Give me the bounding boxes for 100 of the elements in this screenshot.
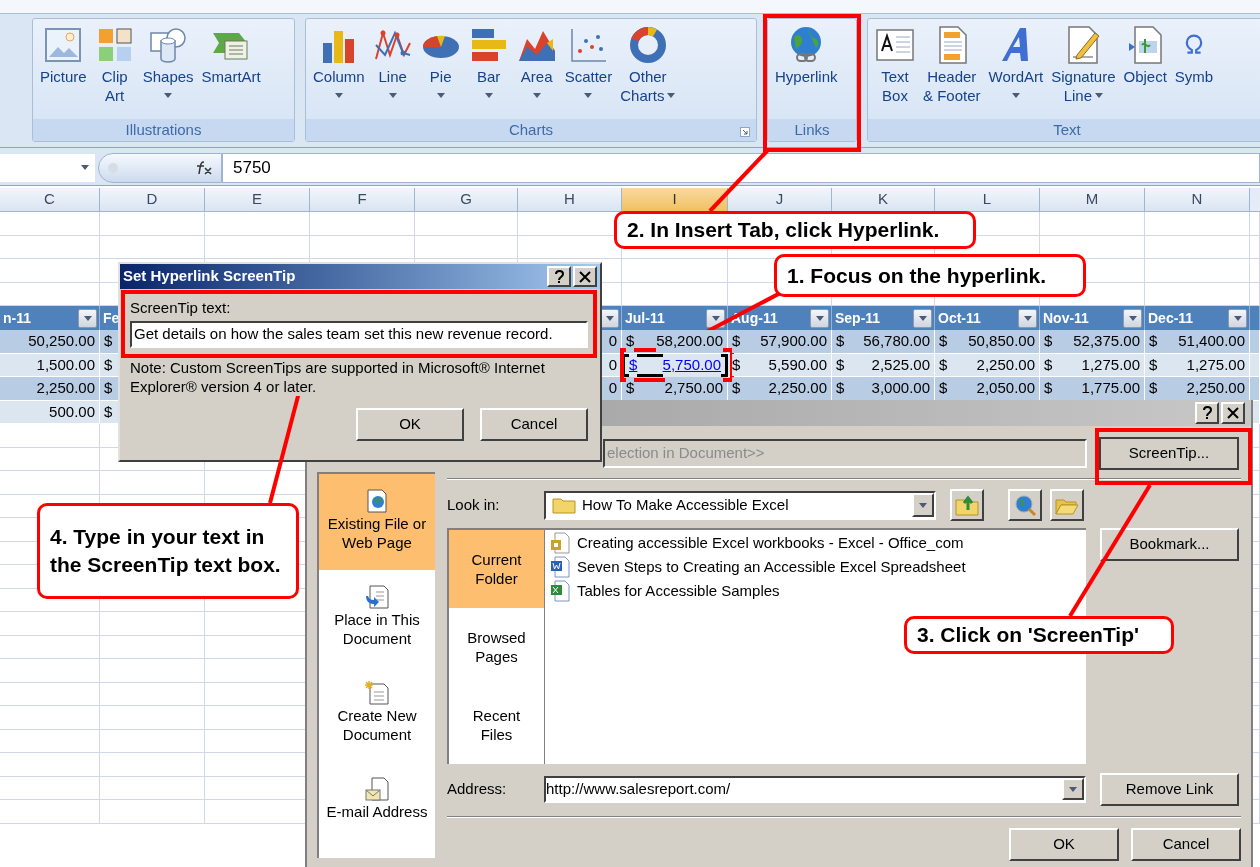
formula-field[interactable]: 5750	[222, 152, 1260, 183]
empty-cell[interactable]	[100, 706, 205, 730]
ribbon-button[interactable]: Shapes	[139, 19, 197, 105]
empty-cell[interactable]	[100, 776, 205, 800]
empty-cell[interactable]	[310, 235, 415, 259]
empty-cell[interactable]	[1040, 212, 1145, 236]
empty-cell[interactable]	[0, 447, 100, 471]
browse-web-button[interactable]	[1008, 489, 1042, 521]
empty-cell[interactable]	[0, 776, 100, 800]
bookmark-button[interactable]: Bookmark...	[1100, 528, 1239, 561]
ribbon-button[interactable]: Clip Art	[91, 19, 138, 105]
empty-cell[interactable]	[100, 753, 205, 777]
empty-cell[interactable]	[0, 753, 100, 777]
ribbon-button[interactable]: Text Box	[872, 19, 918, 105]
empty-cell[interactable]	[0, 706, 100, 730]
empty-cell[interactable]	[100, 635, 205, 659]
empty-cell[interactable]	[0, 635, 100, 659]
dialog-launcher-icon[interactable]	[740, 127, 750, 137]
help-button[interactable]	[1195, 402, 1219, 424]
address-field[interactable]: http://www.salesreport.com/	[544, 775, 1086, 803]
empty-cell[interactable]	[100, 212, 205, 236]
ribbon-button[interactable]: Scatter	[561, 19, 616, 105]
empty-cell[interactable]	[0, 659, 100, 683]
column-header[interactable]: M	[1040, 188, 1145, 212]
ribbon-button[interactable]: Column	[310, 19, 368, 105]
ribbon-button[interactable]: SmartArt	[198, 19, 264, 86]
dialog-button[interactable]: Cancel	[1131, 828, 1241, 861]
screentip-text-field[interactable]: Get details on how the sales team set this new revenue record.	[130, 321, 588, 348]
empty-cell[interactable]	[205, 212, 310, 236]
column-header[interactable]: K	[832, 188, 935, 212]
close-button[interactable]	[1221, 402, 1245, 424]
filter-button[interactable]	[78, 308, 97, 328]
filter-button[interactable]	[913, 308, 932, 328]
ribbon-button[interactable]: Area	[513, 19, 560, 105]
empty-cell[interactable]	[100, 800, 205, 824]
empty-cell[interactable]	[0, 424, 100, 448]
dialog-button[interactable]: OK	[356, 408, 464, 441]
empty-cell[interactable]	[415, 235, 518, 259]
hyperlink-cell[interactable]: $ 5,750.00	[622, 353, 728, 377]
column-header[interactable]: I	[622, 188, 728, 212]
file-item[interactable]: Seven Steps to Creating an Accessible Excel Spreadsheet	[549, 556, 1086, 578]
name-box[interactable]	[0, 153, 95, 182]
help-button[interactable]	[547, 266, 571, 287]
file-item[interactable]: Creating accessible Excel workbooks - Excel - Office_com	[549, 532, 1086, 554]
filter-button[interactable]	[1228, 308, 1247, 328]
empty-cell[interactable]	[0, 800, 100, 824]
filter-button[interactable]	[810, 308, 829, 328]
ribbon-button[interactable]: Header & Footer	[920, 19, 984, 105]
screentip-button[interactable]: ScreenTip...	[1099, 436, 1239, 470]
ribbon-button[interactable]: Picture	[37, 19, 90, 86]
empty-cell[interactable]	[100, 682, 205, 706]
empty-cell[interactable]	[100, 471, 205, 495]
empty-cell[interactable]	[0, 212, 100, 236]
close-button[interactable]	[573, 266, 597, 287]
formula-button-bar[interactable]	[98, 152, 222, 183]
empty-cell[interactable]	[0, 682, 100, 706]
empty-cell[interactable]	[310, 212, 415, 236]
ribbon-button[interactable]: Symb	[1171, 19, 1217, 86]
empty-cell[interactable]	[0, 235, 100, 259]
filter-button[interactable]	[1018, 308, 1037, 328]
empty-cell[interactable]	[0, 471, 100, 495]
empty-cell[interactable]	[1145, 259, 1250, 283]
ribbon-button[interactable]: Object	[1120, 19, 1170, 86]
dialog-button[interactable]: OK	[1009, 828, 1119, 861]
column-header[interactable]	[1250, 188, 1260, 212]
link-to-option[interactable]: Existing File or Web Page	[319, 474, 435, 570]
empty-cell[interactable]	[205, 235, 310, 259]
ribbon-button[interactable]: Bar	[465, 19, 512, 105]
ribbon-button[interactable]: Signature Line	[1048, 19, 1119, 105]
column-header[interactable]: C	[0, 188, 100, 212]
empty-cell[interactable]	[1250, 259, 1260, 283]
empty-cell[interactable]	[1250, 235, 1260, 259]
column-header[interactable]: E	[205, 188, 310, 212]
empty-cell[interactable]	[100, 235, 205, 259]
dialog-button[interactable]: Cancel	[480, 408, 588, 441]
column-header[interactable]: J	[728, 188, 832, 212]
empty-cell[interactable]	[0, 259, 100, 283]
ribbon-button[interactable]: Hyperlink	[772, 19, 841, 86]
empty-cell[interactable]	[1145, 235, 1250, 259]
column-header[interactable]: H	[518, 188, 622, 212]
empty-cell[interactable]	[100, 729, 205, 753]
ribbon-button[interactable]: Other Charts	[617, 19, 679, 105]
column-header[interactable]: G	[415, 188, 518, 212]
view-option[interactable]: Current Folder	[449, 530, 544, 608]
empty-cell[interactable]	[622, 259, 728, 283]
empty-cell[interactable]	[415, 212, 518, 236]
look-in-dropdown[interactable]: How To Make Accessible Excel	[544, 490, 936, 520]
empty-cell[interactable]	[0, 612, 100, 636]
empty-cell[interactable]	[0, 729, 100, 753]
column-header[interactable]: N	[1145, 188, 1250, 212]
up-folder-button[interactable]	[950, 489, 984, 521]
column-header[interactable]: D	[100, 188, 205, 212]
ribbon-button[interactable]: Pie	[417, 19, 464, 105]
file-item[interactable]: Tables for Accessible Samples	[549, 580, 1086, 602]
remove-link-button[interactable]: Remove Link	[1100, 772, 1239, 806]
empty-cell[interactable]	[100, 612, 205, 636]
empty-cell[interactable]	[1145, 212, 1250, 236]
browse-file-button[interactable]	[1050, 489, 1084, 521]
empty-cell[interactable]	[100, 659, 205, 683]
column-header[interactable]: F	[310, 188, 415, 212]
